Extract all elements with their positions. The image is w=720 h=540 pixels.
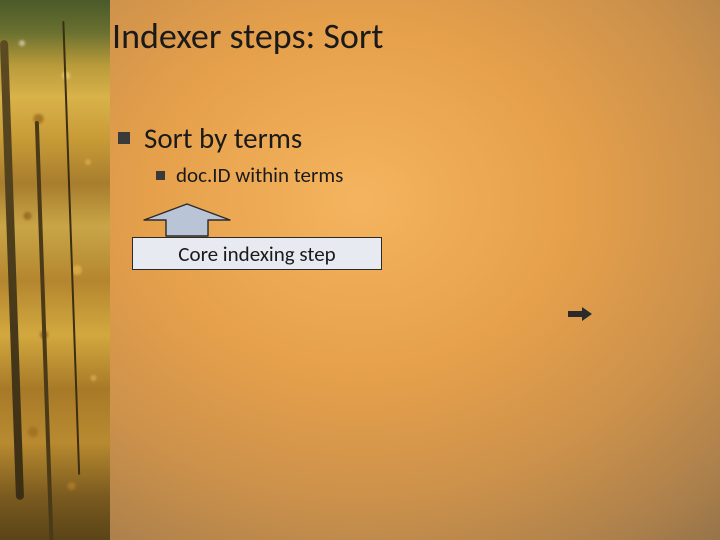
bullet-level1: Sort by terms xyxy=(118,120,302,156)
slide: Indexer steps: Sort Sort by terms doc.ID… xyxy=(0,0,720,540)
bullet-level2-text: doc.ID within terms xyxy=(176,162,343,188)
decorative-photo-strip xyxy=(0,0,110,540)
callout-box: Core indexing step xyxy=(132,237,382,270)
bullet-level1-text: Sort by terms xyxy=(144,120,302,156)
bullet-level2: doc.ID within terms xyxy=(156,162,343,188)
callout-text: Core indexing step xyxy=(178,241,335,267)
up-arrow-icon xyxy=(142,202,232,238)
bullet-square-icon xyxy=(118,132,130,144)
slide-title: Indexer steps: Sort xyxy=(112,14,384,58)
bullet-square-icon xyxy=(156,171,165,180)
right-arrow-icon xyxy=(568,307,592,321)
